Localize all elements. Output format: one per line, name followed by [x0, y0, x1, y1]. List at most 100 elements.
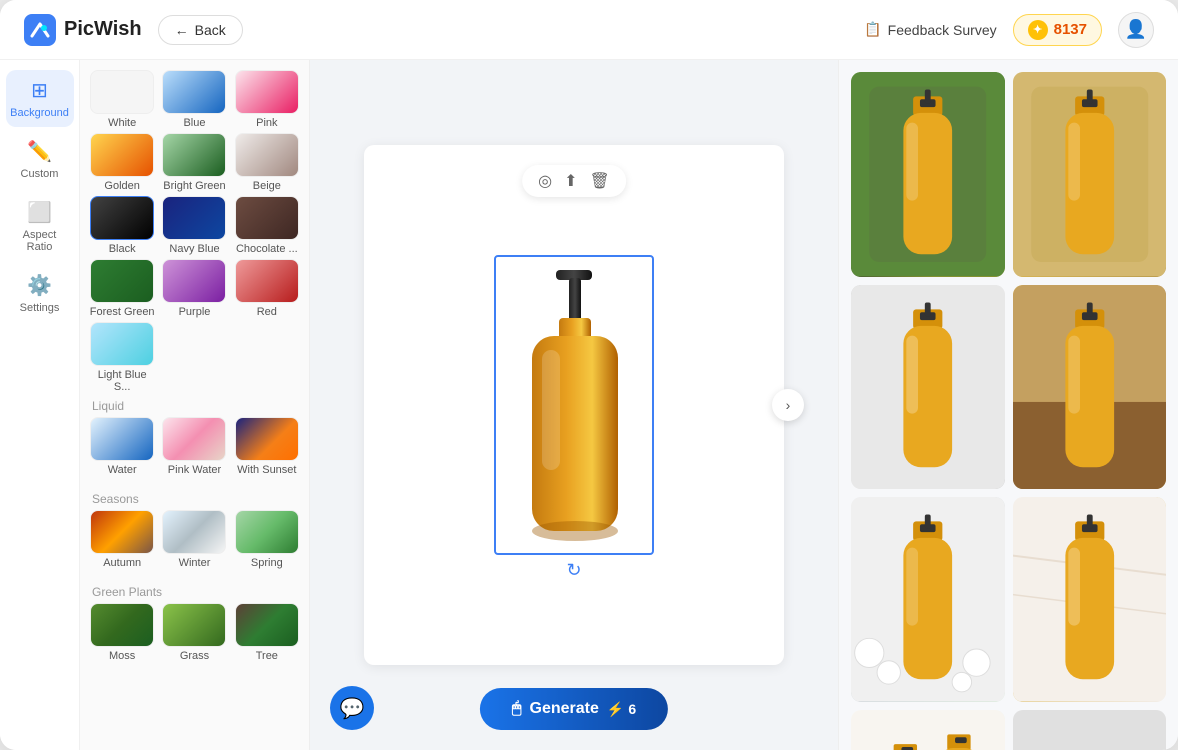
bg-purple-label: Purple: [179, 306, 211, 318]
bg-red-swatch: [235, 259, 299, 303]
bg-sunset-swatch: [235, 417, 299, 461]
back-arrow-icon: ←: [175, 22, 189, 38]
canvas-container: ◎ ⬆ 🗑: [364, 145, 784, 665]
bg-forest-green[interactable]: Forest Green: [88, 259, 156, 318]
bg-golden-swatch: [90, 133, 154, 177]
bg-grass-label: Grass: [180, 650, 209, 662]
coins-count: 8137: [1054, 21, 1087, 38]
generate-count-value: 6: [628, 701, 636, 717]
product-bottle: [496, 257, 652, 553]
tool-custom[interactable]: ✏️ Custom: [6, 131, 74, 188]
bg-autumn[interactable]: Autumn: [88, 510, 156, 569]
back-button[interactable]: ← Back: [158, 15, 243, 45]
bg-grass[interactable]: Grass: [160, 603, 228, 662]
green-plants-grid: Moss Grass Tree: [88, 603, 301, 662]
bg-white[interactable]: White: [88, 70, 156, 129]
canvas-delete-button[interactable]: 🗑: [590, 171, 610, 191]
bg-bright-green-label: Bright Green: [163, 180, 225, 192]
bg-white-label: White: [108, 117, 136, 129]
bg-pink-water-swatch: [162, 417, 226, 461]
bg-autumn-swatch: [90, 510, 154, 554]
bg-black[interactable]: Black: [88, 196, 156, 255]
green-plants-section: Green Plants Moss Grass Tree: [88, 579, 301, 662]
canvas-upload-button[interactable]: ⬆: [564, 171, 577, 191]
bg-bright-green[interactable]: Bright Green: [160, 133, 228, 192]
bg-blue-label: Blue: [183, 117, 205, 129]
tools-sidebar: ⊞ Background ✏️ Custom ⬜ Aspect Ratio ⚙️…: [0, 60, 80, 750]
tool-aspect-ratio[interactable]: ⬜ Aspect Ratio: [6, 192, 74, 261]
tool-background[interactable]: ⊞ Background: [6, 70, 74, 127]
bg-white-swatch: [90, 70, 154, 114]
bg-tree-label: Tree: [256, 650, 278, 662]
tool-background-label: Background: [10, 107, 69, 119]
liquid-section: Liquid Water Pink Water With Sunset: [88, 393, 301, 476]
bg-water[interactable]: Water: [88, 417, 156, 476]
canvas-next-arrow[interactable]: ›: [772, 389, 804, 421]
bg-moss-swatch: [90, 603, 154, 647]
result-item-7[interactable]: [851, 710, 1005, 750]
bg-navy-blue[interactable]: Navy Blue: [160, 196, 228, 255]
bg-winter[interactable]: Winter: [160, 510, 228, 569]
bg-tree[interactable]: Tree: [233, 603, 301, 662]
rotate-handle[interactable]: ↻: [566, 560, 581, 581]
bg-spring[interactable]: Spring: [233, 510, 301, 569]
results-panel: ※ Don't forget to download your files. T…: [838, 60, 1178, 750]
bg-beige[interactable]: Beige: [233, 133, 301, 192]
result-item-3[interactable]: [851, 285, 1005, 490]
bg-pink[interactable]: Pink: [233, 70, 301, 129]
header: PicWish ← Back 📋 Feedback Survey ✦ 8137 …: [0, 0, 1178, 60]
back-label: Back: [195, 22, 226, 38]
logo-icon: [24, 14, 56, 46]
bg-moss[interactable]: Moss: [88, 603, 156, 662]
chat-button[interactable]: 💬: [330, 686, 374, 730]
canvas-crop-button[interactable]: ◎: [538, 171, 552, 191]
generate-label: Generate: [530, 700, 599, 718]
product-image-wrapper[interactable]: ↻: [494, 255, 654, 555]
bg-spring-swatch: [235, 510, 299, 554]
bg-red[interactable]: Red: [233, 259, 301, 318]
result-item-5[interactable]: [851, 497, 1005, 702]
result-item-6[interactable]: [1013, 497, 1167, 702]
bg-chocolate[interactable]: Chocolate ...: [233, 196, 301, 255]
bg-purple[interactable]: Purple: [160, 259, 228, 318]
header-right: 📋 Feedback Survey ✦ 8137 👤: [864, 12, 1154, 48]
tool-settings[interactable]: ⚙️ Settings: [6, 265, 74, 322]
bg-sunset-label: With Sunset: [237, 464, 296, 476]
cursor-icon: 🖱: [512, 700, 522, 718]
bg-blue-swatch: [162, 70, 226, 114]
custom-icon: ✏️: [27, 139, 52, 164]
seasons-section: Seasons Autumn Winter Spring: [88, 486, 301, 569]
bg-navy-blue-label: Navy Blue: [169, 243, 219, 255]
bg-golden[interactable]: Golden: [88, 133, 156, 192]
app-window: PicWish ← Back 📋 Feedback Survey ✦ 8137 …: [0, 0, 1178, 750]
feedback-icon: 📋: [864, 21, 881, 38]
bg-grass-swatch: [162, 603, 226, 647]
bg-pink-swatch: [235, 70, 299, 114]
bg-black-swatch: [90, 196, 154, 240]
result-item-2[interactable]: [1013, 72, 1167, 277]
bg-sunset[interactable]: With Sunset: [233, 417, 301, 476]
avatar-button[interactable]: 👤: [1118, 12, 1154, 48]
bg-blue[interactable]: Blue: [160, 70, 228, 129]
canvas-toolbar: ◎ ⬆ 🗑: [522, 165, 626, 197]
bg-pink-water[interactable]: Pink Water: [160, 417, 228, 476]
tool-custom-label: Custom: [21, 168, 59, 180]
bg-black-label: Black: [109, 243, 136, 255]
coins-badge[interactable]: ✦ 8137: [1013, 14, 1102, 46]
bolt-icon: ⚡: [607, 701, 624, 718]
liquid-label: Liquid: [88, 393, 301, 417]
bg-navy-blue-swatch: [162, 196, 226, 240]
result-item-8[interactable]: [1013, 710, 1167, 750]
bg-light-blue[interactable]: Light Blue S...: [88, 322, 156, 393]
feedback-button[interactable]: 📋 Feedback Survey: [864, 21, 996, 38]
bg-chocolate-label: Chocolate ...: [236, 243, 298, 255]
bg-winter-label: Winter: [179, 557, 211, 569]
main-content: ⊞ Background ✏️ Custom ⬜ Aspect Ratio ⚙️…: [0, 60, 1178, 750]
bg-light-blue-label: Light Blue S...: [88, 369, 156, 393]
result-item-1[interactable]: [851, 72, 1005, 277]
result-item-4[interactable]: [1013, 285, 1167, 490]
bg-autumn-label: Autumn: [103, 557, 141, 569]
bg-water-swatch: [90, 417, 154, 461]
generate-button[interactable]: 🖱 Generate ⚡ 6: [480, 688, 668, 730]
tool-aspect-ratio-label: Aspect Ratio: [16, 229, 64, 253]
